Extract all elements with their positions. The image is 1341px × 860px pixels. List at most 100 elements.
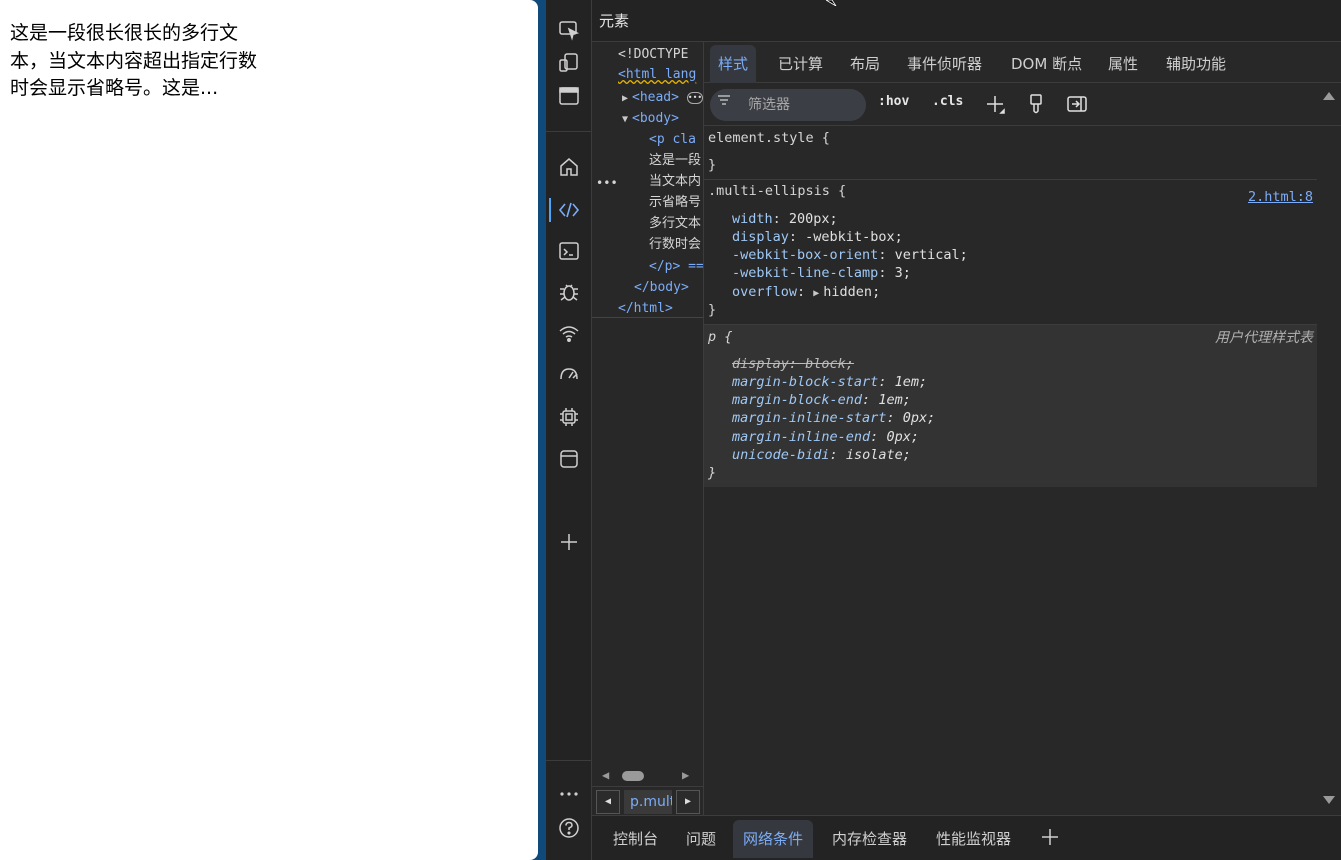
multi-ellipsis-paragraph: 这是一段很长很长的多行文本，当文本内容超出指定行数时会显示省略号。这是... <box>10 22 258 99</box>
elements-icon[interactable] <box>553 194 585 226</box>
inspect-icon[interactable] <box>553 14 585 46</box>
property-name: overflow <box>732 284 798 300</box>
rule-selector[interactable]: .multi-ellipsis { <box>708 182 846 200</box>
property-value: block; <box>805 356 854 372</box>
add-tab-icon[interactable] <box>1039 826 1061 848</box>
tab-event-listeners[interactable]: 事件侦听器 <box>899 45 990 83</box>
application-icon[interactable] <box>553 443 585 475</box>
device-toolbar-icon[interactable] <box>553 47 585 79</box>
user-agent-rule: p { 用户代理样式表 display: block; margin-block… <box>704 325 1317 487</box>
rule-selector[interactable]: p { <box>708 328 732 346</box>
property-name: margin-inline-end <box>732 429 871 445</box>
css-declaration[interactable]: width: 200px; <box>732 210 838 228</box>
new-style-rule-icon[interactable] <box>984 93 1006 115</box>
dom-text-line: 示省略号 <box>649 195 702 210</box>
dom-body-node[interactable]: ▼ <body> <box>622 108 679 129</box>
rule-source-label: 用户代理样式表 <box>1215 330 1313 346</box>
drawer-tab-console[interactable]: 控制台 <box>603 820 668 858</box>
property-name: -webkit-box-orient <box>732 247 879 263</box>
collapse-icon[interactable]: ▼ <box>622 109 632 130</box>
doctype-text: <!DOCTYPE <box>618 47 689 62</box>
dom-p-close[interactable]: </p> == <box>649 256 704 277</box>
drawer-tab-memory-inspector[interactable]: 内存检查器 <box>822 820 917 858</box>
rule-close: } <box>708 157 717 173</box>
expand-icon[interactable]: ▶ <box>622 88 632 109</box>
dom-html-close[interactable]: </html> <box>618 298 673 319</box>
performance-gauge-icon[interactable] <box>553 359 585 391</box>
network-wifi-icon[interactable] <box>553 318 585 350</box>
dom-text-line: 行数时会 <box>649 237 702 252</box>
tab-properties[interactable]: 属性 <box>1100 45 1146 83</box>
toggle-sidebar-icon[interactable] <box>1066 93 1088 115</box>
dom-tree: <!DOCTYPE <html lang ▶ <head> ••• ▼ <body>… <box>592 42 704 815</box>
css-declaration[interactable]: unicode-bidi: isolate; <box>732 446 911 464</box>
dom-doctype[interactable]: <!DOCTYPE <box>618 44 688 65</box>
styles-pane: 样式 已计算 布局 事件侦听器 DOM 断点 属性 辅助功能 筛选器 :hov … <box>704 42 1341 815</box>
property-name: margin-inline-start <box>732 410 887 426</box>
cls-button[interactable]: .cls <box>932 94 963 109</box>
dom-text-line: 当文本内 <box>649 174 702 189</box>
tab-accessibility[interactable]: 辅助功能 <box>1158 45 1234 83</box>
css-declaration[interactable]: overflow: ▶ hidden; <box>732 283 880 301</box>
css-declaration[interactable]: margin-block-start: 1em; <box>732 373 927 391</box>
home-icon[interactable] <box>553 151 585 183</box>
scroll-up-icon[interactable] <box>1323 92 1335 100</box>
css-declaration[interactable]: -webkit-box-orient: vertical; <box>732 246 968 264</box>
scroll-down-icon[interactable] <box>1323 796 1335 804</box>
dom-body-close[interactable]: </body> <box>634 277 689 298</box>
drawer-tab-network-conditions[interactable]: 网络条件 <box>733 820 814 858</box>
css-declaration[interactable]: display: -webkit-box; <box>732 228 903 246</box>
breadcrumb-right-icon[interactable]: ▶ <box>676 790 700 814</box>
add-icon[interactable] <box>553 526 585 558</box>
window-icon[interactable] <box>553 80 585 112</box>
tab-dom-breakpoints[interactable]: DOM 断点 <box>1003 45 1090 83</box>
filter-input[interactable]: 筛选器 <box>710 89 866 121</box>
sources-bug-icon[interactable] <box>553 276 585 308</box>
body-close-tag: </body> <box>634 280 689 295</box>
tab-computed[interactable]: 已计算 <box>770 45 831 83</box>
dom-head-node[interactable]: ▶ <head> ••• <box>622 87 703 108</box>
property-value: isolate; <box>845 447 911 463</box>
breadcrumb-left-icon[interactable]: ◀ <box>596 790 620 814</box>
dom-html-node[interactable]: <html lang <box>618 64 696 85</box>
rule-selector[interactable]: element.style { <box>708 129 830 147</box>
scroll-thumb[interactable] <box>622 771 644 781</box>
css-declaration[interactable]: margin-block-end: 1em; <box>732 391 911 409</box>
css-declaration[interactable]: margin-inline-end: 0px; <box>732 428 919 446</box>
tab-layout[interactable]: 布局 <box>842 45 888 83</box>
css-declaration-overridden[interactable]: display: block; <box>732 355 854 373</box>
paintbrush-icon[interactable] <box>1025 93 1047 115</box>
property-name: display <box>732 229 789 245</box>
expand-shorthand-icon[interactable]: ▶ <box>813 285 823 303</box>
tab-styles[interactable]: 样式 <box>710 45 757 83</box>
property-value: 0px; <box>886 429 919 445</box>
rule-source-link[interactable]: 2.html:8 <box>1248 188 1313 206</box>
more-icon[interactable] <box>553 778 585 810</box>
css-declaration[interactable]: -webkit-line-clamp: 3; <box>732 264 911 282</box>
p-close-tag: </p> == <box>649 259 704 274</box>
css-declaration[interactable]: margin-inline-start: 0px; <box>732 409 935 427</box>
drawer-tab-performance-monitor[interactable]: 性能监视器 <box>926 820 1021 858</box>
dom-p-node[interactable]: <p cla <box>649 129 696 150</box>
activity-divider-bottom <box>546 760 592 761</box>
activity-bar <box>546 0 592 860</box>
hov-button[interactable]: :hov <box>878 94 909 109</box>
drawer-tab-issues[interactable]: 问题 <box>676 820 726 858</box>
horizontal-scrollbar[interactable]: ◀ ▶ <box>592 766 703 786</box>
breadcrumb: ◀ p.multi-ellipsis ▶ <box>592 786 703 815</box>
gutter-more-icon[interactable]: ••• <box>596 176 618 190</box>
memory-chip-icon[interactable] <box>553 401 585 433</box>
dom-text-line: 这是一段 <box>649 153 702 168</box>
html-open-tag: <html lang <box>618 67 697 82</box>
scroll-left-icon[interactable]: ◀ <box>602 768 609 782</box>
collapsed-ellipsis-icon[interactable]: ••• <box>686 91 703 104</box>
help-icon[interactable] <box>553 812 585 844</box>
property-name: width <box>732 211 773 227</box>
element-style-rule: element.style { } <box>704 126 1341 178</box>
rule-close: } <box>708 302 717 318</box>
p-open-tag: <p cla <box>649 132 696 147</box>
breadcrumb-item[interactable]: p.multi-ellipsis <box>624 790 672 814</box>
rule-close: } <box>708 465 717 481</box>
scroll-right-icon[interactable]: ▶ <box>682 768 689 782</box>
console-icon[interactable] <box>553 235 585 267</box>
